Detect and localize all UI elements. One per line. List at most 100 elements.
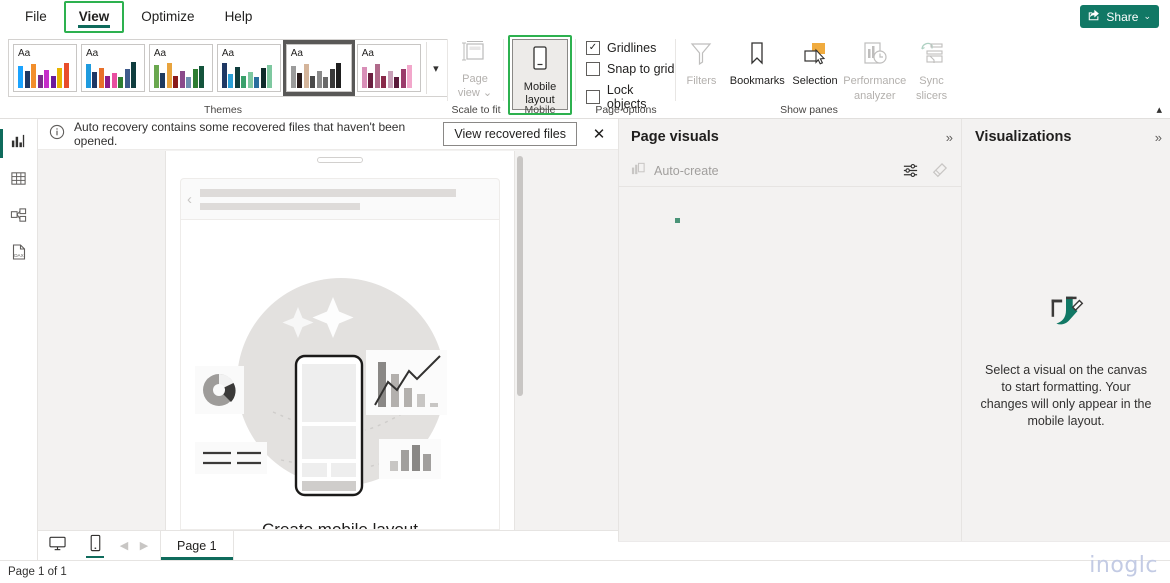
mobile-view-toggle[interactable] [76,531,114,560]
sync-slicers-icon [918,41,946,72]
performance-analyzer-icon [861,41,889,72]
ribbon-group-label-themes: Themes [204,104,242,116]
menu-bar: File View Optimize Help Share ⌄ [0,0,1170,33]
theme-swatch-4[interactable]: Aa [216,44,281,92]
checkbox-lock-objects-box[interactable] [586,90,600,104]
menu-item-view[interactable]: View [63,0,125,33]
share-button-label: Share [1106,9,1139,24]
mobile-header-placeholder: ‹ [180,178,500,220]
table-grid-icon [10,170,27,192]
theme-swatch-5-selected-wrapper[interactable]: Aa [282,40,355,96]
theme-swatch-label: Aa [290,48,303,59]
theme-swatch-bars [290,60,347,88]
report-canvas-area: ‹ Create mobile layout [38,150,618,530]
filter-icon [689,41,713,72]
chevron-double-right-icon[interactable]: » [1155,130,1162,145]
auto-create-chart-icon [631,161,646,181]
menu-item-file[interactable]: File [12,2,60,32]
report-bar-chart-icon [10,133,27,155]
ribbon-group-mobile: Mobile layout Mobile [504,33,576,119]
visualizations-title: Visualizations [975,129,1072,145]
page-view-label-1: Page [462,73,488,85]
active-tab-underline [78,25,111,28]
visualizations-pane: Visualizations » Select a visual on the … [962,119,1170,541]
desktop-monitor-icon [48,535,67,557]
selection-pane-button[interactable]: Selection [788,39,843,102]
chevron-down-icon[interactable]: ▾ [425,42,445,94]
mobile-phone-icon [88,534,102,558]
mobile-layout-highlight-box: Mobile layout [508,35,572,115]
menu-item-help[interactable]: Help [212,2,266,32]
share-icon [1087,8,1101,25]
eraser-icon[interactable] [929,162,951,179]
notification-message: Auto recovery contains some recovered fi… [74,120,406,148]
ribbon-group-page-options: ✓ Gridlines Snap to grid Lock objects Pa… [576,33,676,119]
bookmark-icon [747,41,767,72]
status-page-count: Page 1 of 1 [8,566,67,578]
canvas-resize-handle[interactable] [317,157,363,163]
chevron-left-icon: ‹ [187,190,192,208]
filters-label: Filters [686,75,717,87]
chevron-double-right-icon[interactable]: » [946,130,953,145]
sync-slicers-pane-button[interactable]: Sync slicers [907,39,956,102]
page-view-button[interactable]: Page view ⌄ [448,33,502,99]
selection-icon [801,41,829,72]
loading-indicator [675,218,680,223]
sidebar-item-dax-query-view[interactable]: DAX [0,236,37,273]
sidebar-item-report-view[interactable] [0,125,37,162]
theme-swatch-2[interactable]: Aa [80,44,145,92]
model-relationship-icon [10,207,27,229]
ribbon-group-themes: Aa Aa Aa Aa Aa Aa ▾ Themes [0,33,448,119]
watermark-logo: inoglc [1089,553,1158,578]
menu-item-optimize-label: Optimize [141,9,195,24]
sidebar-item-model-view[interactable] [0,199,37,236]
theme-swatch-label: Aa [221,48,235,59]
visualizations-empty-message: Select a visual on the canvas to start f… [980,363,1152,428]
view-recovered-files-button[interactable]: View recovered files [443,122,577,146]
mobile-layout-icon [528,45,552,80]
theme-swatch-3[interactable]: Aa [148,44,213,92]
checkbox-gridlines[interactable]: ✓ Gridlines [586,41,676,55]
share-button[interactable]: Share ⌄ [1080,5,1159,28]
theme-swatch-5[interactable]: Aa [285,44,352,92]
sliders-settings-icon[interactable] [899,162,921,179]
vertical-scrollbar[interactable] [517,156,523,396]
chevron-up-icon[interactable]: ▴ [1156,103,1162,116]
pane-bottom-strip [618,541,1170,560]
svg-text:DAX: DAX [14,253,23,258]
sync-slicers-label-2: slicers [915,90,948,102]
performance-analyzer-pane-button[interactable]: Performance analyzer [842,39,907,102]
auto-create-row[interactable]: Auto-create [619,155,961,187]
menu-item-optimize[interactable]: Optimize [128,2,207,32]
sidebar-item-table-view[interactable] [0,162,37,199]
next-page-button[interactable]: ▶ [134,531,154,560]
previous-page-button[interactable]: ◀ [114,531,134,560]
ribbon: Aa Aa Aa Aa Aa Aa ▾ Themes Page view ⌄ S… [0,33,1170,119]
mobile-layout-illustration [181,242,499,512]
menu-item-file-label: File [25,9,47,24]
page-view-icon [460,40,490,71]
page-tab-page-1[interactable]: Page 1 [160,531,234,560]
filters-pane-button[interactable]: Filters [676,39,727,102]
mobile-layout-button[interactable]: Mobile layout [512,39,568,110]
menu-item-help-label: Help [224,9,253,24]
checkbox-gridlines-box[interactable]: ✓ [586,41,600,55]
mobile-canvas-body[interactable]: Create mobile layout [180,220,500,530]
theme-swatch-bars [85,60,140,88]
status-bar: Page 1 of 1 [0,560,1170,583]
page-options-checkbox-list: ✓ Gridlines Snap to grid Lock objects [576,33,676,111]
page-visuals-header: Page visuals » [619,119,961,155]
visualizations-empty-state: Select a visual on the canvas to start f… [962,289,1170,430]
theme-swatch-6[interactable]: Aa [356,44,421,92]
theme-swatch-1[interactable]: Aa [13,44,77,92]
checkbox-snap-to-grid[interactable]: Snap to grid [586,62,676,76]
desktop-view-toggle[interactable] [38,531,76,560]
close-icon[interactable]: ✕ [586,121,612,147]
checkbox-snap-to-grid-box[interactable] [586,62,600,76]
themes-gallery[interactable]: Aa Aa Aa Aa Aa Aa ▾ [8,39,448,97]
mobile-canvas-frame[interactable]: ‹ Create mobile layout [165,151,523,530]
theme-swatch-bars [153,60,208,88]
sync-slicers-label-1: Sync [919,75,944,87]
page-visuals-pane: Page visuals » Auto-create [618,119,962,541]
bookmarks-pane-button[interactable]: Bookmarks [727,39,788,102]
